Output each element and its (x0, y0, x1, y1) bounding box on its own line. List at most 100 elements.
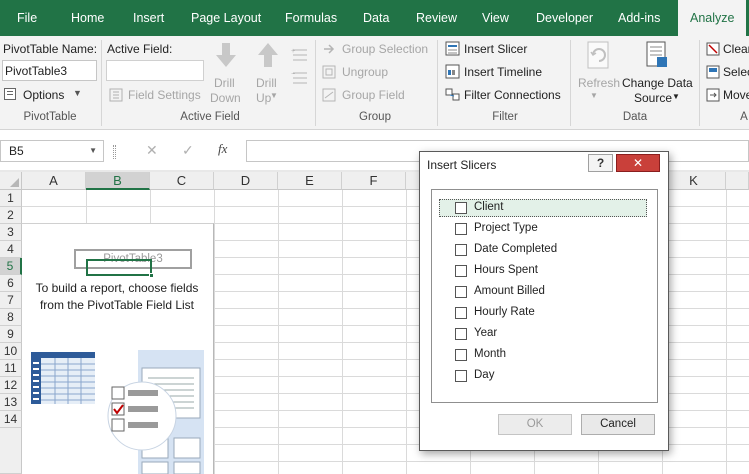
column-header-b[interactable]: B (86, 172, 150, 190)
tab-analyze[interactable]: Analyze (678, 0, 747, 36)
column-header-k[interactable]: K (662, 172, 726, 190)
list-item-amount-billed[interactable]: Amount Billed (474, 285, 545, 297)
tab-review[interactable]: Review (416, 0, 457, 36)
cancel-icon[interactable]: ✕ (146, 142, 158, 159)
change-data-source-label-2[interactable]: Source (634, 91, 672, 105)
ungroup-button[interactable]: Ungroup (342, 65, 388, 79)
list-item-client[interactable]: Client (474, 201, 503, 213)
active-cell-cursor[interactable] (86, 259, 154, 278)
group-label-data: Data (622, 111, 648, 123)
pivottable-illustration-icon (31, 350, 204, 474)
ok-button[interactable]: OK (498, 414, 572, 435)
row-header-7[interactable]: 7 (0, 292, 22, 309)
checkbox-amount-billed[interactable] (455, 286, 467, 298)
enter-icon[interactable]: ✓ (182, 142, 194, 159)
pivottable-name-input[interactable]: PivotTable3 (2, 60, 97, 81)
change-data-source-dropdown-icon[interactable]: ▼ (672, 92, 680, 101)
group-field-icon (322, 88, 336, 102)
insert-slicer-button[interactable]: Insert Slicer (464, 42, 527, 56)
options-dropdown-icon[interactable]: ▼ (73, 88, 82, 98)
row-header-4[interactable]: 4 (0, 241, 22, 258)
tab-data[interactable]: Data (363, 0, 389, 36)
select-button[interactable]: Selec (723, 65, 749, 79)
row-header-15[interactable] (0, 428, 22, 474)
row-header-6[interactable]: 6 (0, 275, 22, 292)
column-header-a[interactable]: A (22, 172, 86, 190)
refresh-button[interactable]: Refresh (578, 76, 620, 90)
group-selection-button[interactable]: Group Selection (342, 42, 428, 56)
tab-developer[interactable]: Developer (536, 0, 593, 36)
list-item-date-completed[interactable]: Date Completed (474, 243, 557, 255)
checkbox-month[interactable] (455, 349, 467, 361)
list-item-day[interactable]: Day (474, 369, 494, 381)
row-header-3[interactable]: 3 (0, 224, 22, 241)
list-item-project-type[interactable]: Project Type (474, 222, 538, 234)
drill-down-label-2[interactable]: Down (210, 91, 241, 105)
row-header-5[interactable]: 5 (0, 258, 22, 275)
close-button[interactable]: ✕ (616, 154, 660, 172)
move-button[interactable]: Move (723, 88, 749, 102)
drill-up-dropdown-icon[interactable]: ▼ (270, 91, 278, 100)
insert-timeline-button[interactable]: Insert Timeline (464, 65, 542, 79)
insert-timeline-icon (445, 64, 460, 79)
cancel-button[interactable]: Cancel (581, 414, 655, 435)
dialog-title-bar[interactable]: Insert Slicers ? ✕ (420, 152, 668, 177)
tab-file[interactable]: File (17, 0, 37, 36)
tab-insert[interactable]: Insert (133, 0, 164, 36)
field-settings-button[interactable]: Field Settings (128, 88, 201, 102)
select-icon (706, 65, 720, 79)
row-header-13[interactable]: 13 (0, 394, 22, 411)
select-all-corner[interactable] (0, 172, 22, 190)
tab-page-layout[interactable]: Page Layout (191, 0, 261, 36)
list-item-hours-spent[interactable]: Hours Spent (474, 264, 538, 276)
slicer-field-list[interactable]: Client Project Type Date Completed Hours… (431, 189, 658, 403)
column-header-f[interactable]: F (342, 172, 406, 190)
tab-add-ins[interactable]: Add-ins (618, 0, 660, 36)
tab-formulas[interactable]: Formulas (285, 0, 337, 36)
column-header-d[interactable]: D (214, 172, 278, 190)
checkbox-client[interactable] (455, 202, 467, 214)
checkbox-day[interactable] (455, 370, 467, 382)
change-data-source-label-1[interactable]: Change Data (622, 76, 693, 90)
checkbox-year[interactable] (455, 328, 467, 340)
row-header-9[interactable]: 9 (0, 326, 22, 343)
help-button[interactable]: ? (588, 154, 613, 172)
list-item-month[interactable]: Month (474, 348, 506, 360)
column-header-l[interactable] (726, 172, 749, 190)
tab-home[interactable]: Home (71, 0, 104, 36)
splitter-handle[interactable] (113, 145, 116, 159)
pivottable-placeholder[interactable]: PivotTable3 To build a report, choose fi… (22, 223, 214, 474)
column-header-c[interactable]: C (150, 172, 214, 190)
row-header-12[interactable]: 12 (0, 377, 22, 394)
name-box[interactable]: B5 ▼ (0, 140, 104, 162)
drill-up-label-1[interactable]: Drill (256, 76, 277, 90)
checkbox-date-completed[interactable] (455, 244, 467, 256)
expand-field-icon[interactable]: + (291, 46, 309, 62)
drill-down-label-1[interactable]: Drill (214, 76, 235, 90)
list-item-hourly-rate[interactable]: Hourly Rate (474, 306, 535, 318)
refresh-dropdown-icon[interactable]: ▼ (590, 91, 598, 100)
group-field-button[interactable]: Group Field (342, 88, 405, 102)
row-header-10[interactable]: 10 (0, 343, 22, 360)
collapse-field-icon[interactable]: − (291, 69, 309, 85)
active-field-input[interactable] (106, 60, 204, 81)
row-header-2[interactable]: 2 (0, 207, 22, 224)
row-header-14[interactable]: 14 (0, 411, 22, 428)
list-item-year[interactable]: Year (474, 327, 497, 339)
group-separator (315, 40, 316, 126)
row-header-11[interactable]: 11 (0, 360, 22, 377)
checkbox-hours-spent[interactable] (455, 265, 467, 277)
insert-slicers-dialog: Insert Slicers ? ✕ Client Project Type D… (419, 151, 669, 451)
filter-connections-button[interactable]: Filter Connections (464, 88, 561, 102)
column-header-e[interactable]: E (278, 172, 342, 190)
checkbox-project-type[interactable] (455, 223, 467, 235)
clear-button[interactable]: Clear (723, 42, 749, 56)
options-button[interactable]: Options (23, 88, 64, 102)
tab-view[interactable]: View (482, 0, 509, 36)
insert-function-icon[interactable]: fx (218, 141, 227, 157)
row-header-1[interactable]: 1 (0, 190, 22, 207)
group-separator (570, 40, 571, 126)
name-box-dropdown-icon[interactable]: ▼ (89, 146, 97, 155)
checkbox-hourly-rate[interactable] (455, 307, 467, 319)
row-header-8[interactable]: 8 (0, 309, 22, 326)
